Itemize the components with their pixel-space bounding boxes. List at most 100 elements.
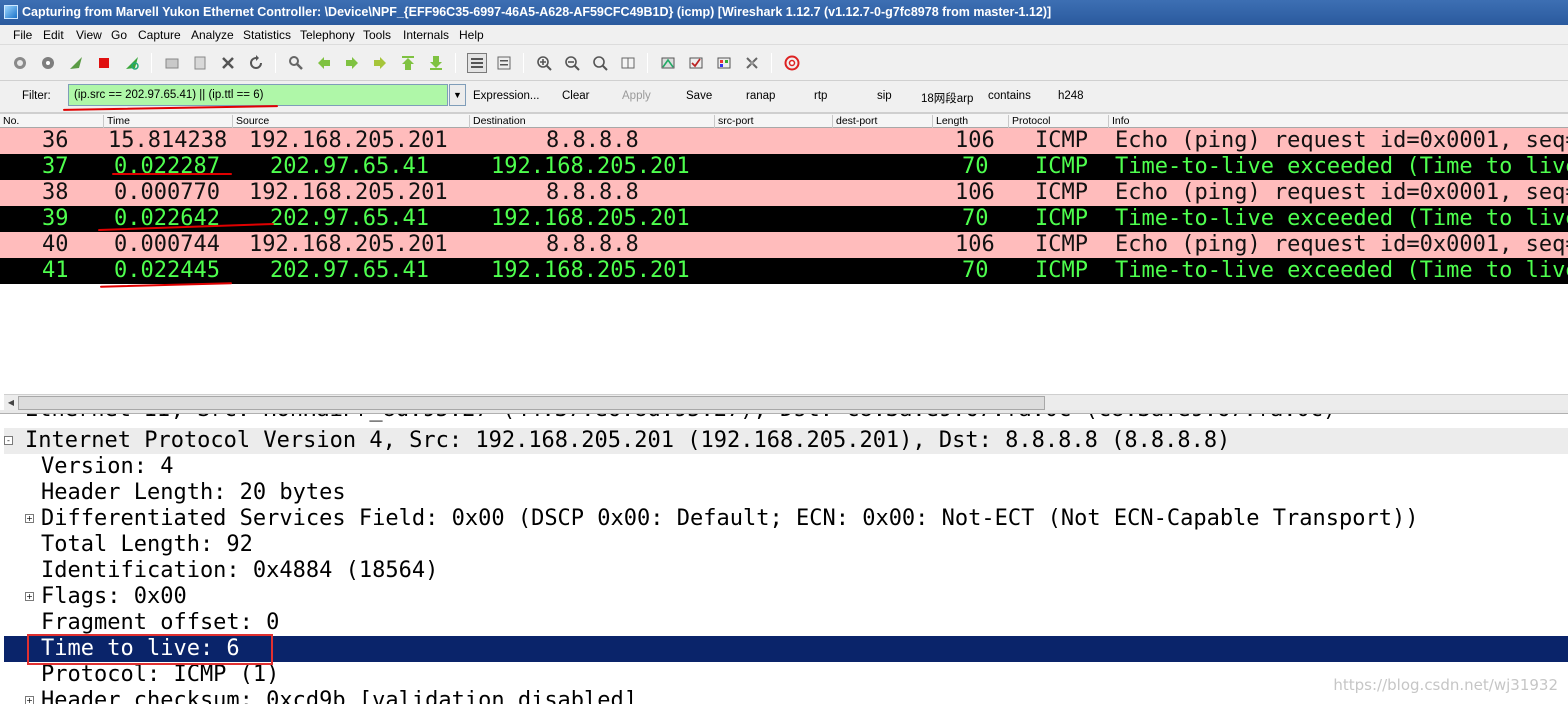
scroll-left-icon[interactable]: ◀ [5, 396, 17, 410]
tree-item-label: Header Length: 20 bytes [41, 480, 346, 505]
column-src-port[interactable]: src-port [715, 115, 833, 128]
menu-help[interactable]: Help [459, 28, 484, 42]
tree-item-version[interactable]: Version: 4 [4, 454, 1568, 480]
filter-18-segment-arp-button[interactable]: 18网段arp [921, 90, 973, 106]
menu-file[interactable]: File [13, 28, 32, 42]
filter-sip-button[interactable]: sip [877, 90, 892, 102]
packet-info: Echo (ping) request id=0x0001, seq= [1115, 180, 1568, 205]
menu-internals[interactable]: Internals [403, 28, 449, 42]
collapse-icon[interactable]: - [4, 436, 13, 445]
packet-list-header: No. Time Source Destination src-port des… [0, 113, 1568, 128]
expand-icon[interactable]: + [25, 696, 34, 704]
filter-ranap-button[interactable]: ranap [746, 90, 775, 102]
column-destination[interactable]: Destination [470, 115, 715, 128]
back-icon[interactable] [315, 54, 333, 72]
packet-row[interactable]: 38 0.000770 192.168.205.201 8.8.8.8 106 … [0, 180, 1568, 206]
packet-protocol: ICMP [1035, 180, 1088, 205]
chevron-down-icon: ▼ [453, 90, 462, 100]
coloring-rules-icon[interactable] [715, 54, 733, 72]
normal-size-icon[interactable] [591, 54, 609, 72]
tree-item-header-length[interactable]: Header Length: 20 bytes [4, 480, 1568, 506]
start-capture-icon[interactable] [67, 54, 85, 72]
display-filters-icon[interactable] [687, 54, 705, 72]
autoscroll-icon[interactable] [495, 54, 513, 72]
goto-packet-icon[interactable] [371, 54, 389, 72]
display-filter-bar: Filter: (ip.src == 202.97.65.41) || (ip.… [0, 81, 1568, 113]
packet-time: 0.000770 [114, 180, 220, 205]
packet-row[interactable]: 37 0.022287 202.97.65.41 192.168.205.201… [0, 154, 1568, 180]
packet-row[interactable]: 39 0.022642 202.97.65.41 192.168.205.201… [0, 206, 1568, 232]
menu-tools[interactable]: Tools [363, 28, 391, 42]
tree-item-total-length[interactable]: Total Length: 92 [4, 532, 1568, 558]
reload-icon[interactable] [247, 54, 265, 72]
column-source[interactable]: Source [233, 115, 470, 128]
save-file-icon[interactable] [191, 54, 209, 72]
colorize-icon[interactable] [467, 53, 487, 73]
first-packet-icon[interactable] [399, 54, 417, 72]
close-file-icon[interactable] [219, 54, 237, 72]
packet-row[interactable]: 40 0.000744 192.168.205.201 8.8.8.8 106 … [0, 232, 1568, 258]
preferences-icon[interactable] [743, 54, 761, 72]
packet-source: 202.97.65.41 [270, 154, 429, 179]
tree-item-flags[interactable]: + Flags: 0x00 [4, 584, 1568, 610]
filter-label: Filter: [22, 90, 51, 102]
help-icon[interactable] [783, 54, 801, 72]
packet-row[interactable]: 41 0.022445 202.97.65.41 192.168.205.201… [0, 258, 1568, 284]
wireshark-fin-icon [4, 5, 18, 19]
stop-capture-icon[interactable] [95, 54, 113, 72]
packet-row[interactable]: 36 15.814238 192.168.205.201 8.8.8.8 106… [0, 128, 1568, 154]
filter-dropdown-button[interactable]: ▼ [449, 84, 466, 106]
clear-button[interactable]: Clear [562, 90, 589, 102]
apply-button[interactable]: Apply [622, 90, 651, 102]
packet-destination: 8.8.8.8 [546, 232, 639, 257]
open-file-icon[interactable] [163, 54, 181, 72]
tree-item-dsfield[interactable]: + Differentiated Services Field: 0x00 (D… [4, 506, 1568, 532]
filter-input[interactable]: (ip.src == 202.97.65.41) || (ip.ttl == 6… [68, 84, 448, 106]
resize-columns-icon[interactable] [619, 54, 637, 72]
column-dest-port[interactable]: dest-port [833, 115, 933, 128]
interfaces-icon[interactable] [11, 54, 29, 72]
expand-icon[interactable]: + [25, 592, 34, 601]
packet-protocol: ICMP [1035, 232, 1088, 257]
filter-rtp-button[interactable]: rtp [814, 90, 827, 102]
column-protocol[interactable]: Protocol [1009, 115, 1109, 128]
menu-view[interactable]: View [76, 28, 102, 42]
tree-item-identification[interactable]: Identification: 0x4884 (18564) [4, 558, 1568, 584]
column-length[interactable]: Length [933, 115, 1009, 128]
packet-no: 39 [42, 206, 69, 231]
column-no[interactable]: No. [0, 115, 104, 128]
filter-h248-button[interactable]: h248 [1058, 90, 1084, 102]
capture-filters-icon[interactable] [659, 54, 677, 72]
tree-item-label: Protocol: ICMP (1) [41, 662, 280, 687]
menu-capture[interactable]: Capture [138, 28, 181, 42]
packet-info: Time-to-live exceeded (Time to live exce… [1115, 206, 1568, 231]
expression-button[interactable]: Expression... [473, 90, 539, 102]
tree-item-fragment-offset[interactable]: Fragment offset: 0 [4, 610, 1568, 636]
packet-source: 192.168.205.201 [249, 128, 448, 153]
expand-icon[interactable]: + [25, 514, 34, 523]
forward-icon[interactable] [343, 54, 361, 72]
menu-statistics[interactable]: Statistics [243, 28, 291, 42]
packet-source: 202.97.65.41 [270, 258, 429, 283]
column-info[interactable]: Info [1109, 115, 1568, 128]
scrollbar-thumb[interactable] [18, 396, 1045, 410]
packet-no: 36 [42, 128, 69, 153]
menu-bar: File Edit View Go Capture Analyze Statis… [0, 25, 1568, 45]
packet-list-hscrollbar[interactable]: ◀ [4, 394, 1568, 410]
menu-analyze[interactable]: Analyze [191, 28, 234, 42]
zoom-out-icon[interactable] [563, 54, 581, 72]
restart-capture-icon[interactable] [123, 54, 141, 72]
options-icon[interactable] [39, 54, 57, 72]
packet-protocol: ICMP [1035, 154, 1088, 179]
tree-item-ipv4[interactable]: - Internet Protocol Version 4, Src: 192.… [4, 428, 1568, 454]
find-icon[interactable] [287, 54, 305, 72]
filter-contains-button[interactable]: contains [988, 90, 1031, 102]
column-time[interactable]: Time [104, 115, 233, 128]
zoom-in-icon[interactable] [535, 54, 553, 72]
menu-go[interactable]: Go [111, 28, 127, 42]
menu-edit[interactable]: Edit [43, 28, 64, 42]
save-filter-button[interactable]: Save [686, 90, 712, 102]
tree-item-ethernet[interactable]: Ethernet II, Src: HonHaiPr_8d:95:27 (44:… [4, 414, 1568, 428]
last-packet-icon[interactable] [427, 54, 445, 72]
menu-telephony[interactable]: Telephony [300, 28, 355, 42]
